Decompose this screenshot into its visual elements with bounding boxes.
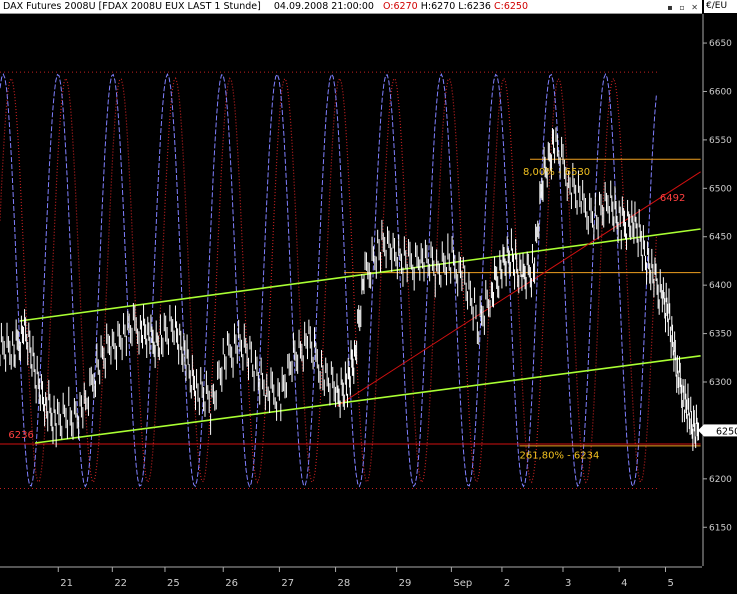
x-tick-label: 22 — [114, 578, 127, 589]
x-tick-label: 3 — [565, 578, 571, 589]
x-tick-label: 2 — [504, 578, 510, 589]
y-tick-label: 6150 — [709, 523, 732, 533]
x-tick-label: 5 — [667, 578, 673, 589]
x-tick-label: 27 — [281, 578, 294, 589]
channel-line-1 — [34, 355, 701, 444]
y-tick-label: 6500 — [709, 184, 732, 194]
y-tick-label: 6400 — [709, 281, 732, 291]
y-tick-label: 6200 — [709, 475, 732, 485]
x-tick-label: 4 — [621, 578, 627, 589]
y-tick-label: 6450 — [709, 233, 732, 243]
y-tick-label: 6650 — [709, 39, 732, 49]
annotation-label: 6492 — [660, 193, 685, 204]
price-chart[interactable]: 6236 6492 8,00% - 6530 261,80% - 6234 6150 6… — [0, 0, 737, 594]
x-tick-label: 21 — [60, 578, 73, 589]
channel-line-0 — [19, 228, 701, 322]
y-tick-label: 6350 — [709, 330, 732, 340]
chart-window: DAX Futures 2008U [FDAX 2008U EUX LAST 1… — [0, 0, 737, 594]
annotation-label: 6236 — [8, 430, 33, 441]
y-tick-label: 6300 — [709, 378, 732, 388]
x-tick-label: 29 — [399, 578, 412, 589]
last-price-label: 6250 — [716, 426, 737, 437]
y-tick-label: 6600 — [709, 87, 732, 97]
x-tick-label: 25 — [167, 578, 180, 589]
oscillator-dotted-line — [0, 76, 657, 484]
axis-corner — [702, 566, 737, 594]
annotation-label: 8,00% - 6530 — [523, 167, 590, 178]
annotation-label: 261,80% - 6234 — [519, 451, 599, 462]
x-tick-label: 26 — [225, 578, 238, 589]
x-tick-label: 28 — [338, 578, 351, 589]
y-tick-label: 6550 — [709, 136, 732, 146]
oscillator-dashed-line — [0, 72, 657, 488]
x-tick-label: Sep — [453, 578, 472, 589]
